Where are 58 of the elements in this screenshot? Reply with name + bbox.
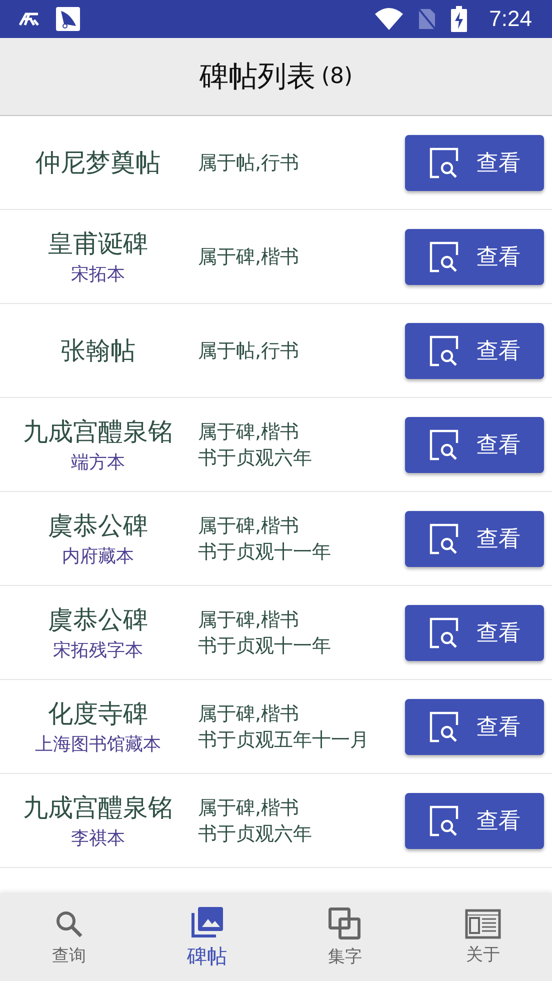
view-button[interactable]: 查看 <box>405 510 544 566</box>
document-search-icon <box>428 146 458 178</box>
document-search-icon <box>428 334 458 366</box>
view-button[interactable]: 查看 <box>405 322 544 378</box>
item-detail: 书于贞观六年 <box>198 446 313 470</box>
document-search-icon <box>428 804 458 836</box>
document-search-icon <box>428 240 458 272</box>
item-detail: 属于帖,行书 <box>198 150 300 176</box>
item-detail: 属于帖,行书 <box>198 338 300 364</box>
document-search-icon <box>428 710 458 742</box>
battery-charging-icon <box>451 6 468 32</box>
item-edition: 上海图书馆藏本 <box>35 733 161 756</box>
item-name: 皇甫诞碑 <box>48 228 148 260</box>
document-search-icon <box>428 522 458 554</box>
item-edition: 宋拓本 <box>71 263 125 286</box>
view-button[interactable]: 查看 <box>405 416 544 472</box>
item-detail: 属于碑,楷书 <box>198 244 300 270</box>
nav-tab[interactable]: 查询 <box>0 893 138 981</box>
item-name: 化度寺碑 <box>48 698 148 730</box>
web-page-icon <box>465 908 501 938</box>
view-button[interactable]: 查看 <box>405 604 544 660</box>
item-count: (8) <box>321 64 353 89</box>
photo-stack-icon <box>190 904 224 938</box>
nav-tab[interactable]: 碑帖 <box>138 893 276 981</box>
item-edition: 李祺本 <box>71 827 125 850</box>
item-edition: 内府藏本 <box>62 545 134 568</box>
overlapping-squares-icon <box>328 906 362 940</box>
item-edition: 端方本 <box>71 451 125 474</box>
notification-icon <box>18 12 42 26</box>
item-name: 九成宫醴泉铭 <box>23 416 173 448</box>
document-search-icon <box>428 616 458 648</box>
status-time: 7:24 <box>489 6 532 32</box>
notification-icon <box>56 7 80 31</box>
view-button[interactable]: 查看 <box>405 698 544 754</box>
item-name: 虞恭公碑 <box>48 604 148 636</box>
no-sim-icon <box>417 7 438 31</box>
document-search-icon <box>428 428 458 460</box>
item-detail: 书于贞观十一年 <box>198 540 332 564</box>
wifi-icon <box>375 8 404 30</box>
item-edition: 宋拓残字本 <box>53 639 143 662</box>
view-button[interactable]: 查看 <box>405 134 544 190</box>
item-detail: 属于碑,楷书 <box>198 420 300 444</box>
item-name: 虞恭公碑 <box>48 510 148 542</box>
item-name: 张翰帖 <box>60 335 136 367</box>
item-detail: 书于贞观六年 <box>198 822 313 846</box>
page-title: 碑帖列表 <box>199 58 316 94</box>
item-detail: 书于贞观十一年 <box>198 634 332 658</box>
item-detail: 属于碑,楷书 <box>198 702 300 726</box>
item-detail: 属于碑,楷书 <box>198 796 300 820</box>
nav-tab[interactable]: 集字 <box>276 893 414 981</box>
item-detail: 书于贞观五年十一月 <box>198 728 370 752</box>
view-button[interactable]: 查看 <box>405 792 544 848</box>
item-name: 九成宫醴泉铭 <box>23 792 173 824</box>
view-button[interactable]: 查看 <box>405 228 544 284</box>
item-detail: 属于碑,楷书 <box>198 514 300 538</box>
nav-tab[interactable]: 关于 <box>414 893 552 981</box>
item-name: 仲尼梦奠帖 <box>36 147 160 179</box>
item-detail: 属于碑,楷书 <box>198 608 300 632</box>
